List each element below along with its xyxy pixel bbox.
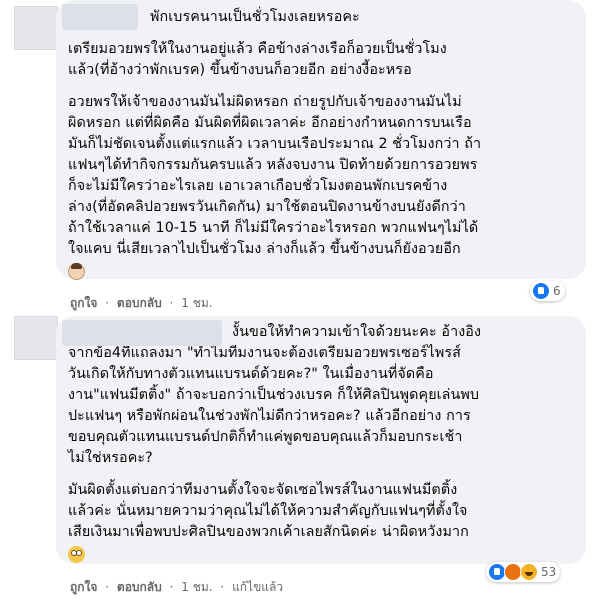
reaction-summary[interactable]: 53: [486, 562, 561, 582]
author-name-redacted[interactable]: [62, 4, 138, 30]
comment-line: ขอบคุณตัวแทนแบรนด์ปกติก็ทำแค่พูดขอบคุณแล…: [68, 429, 463, 445]
author-name-redacted[interactable]: [62, 320, 222, 346]
timestamp[interactable]: 1 ชม.: [181, 580, 212, 594]
comment-line: มันก็ไม่ชัดเจนตั้งแต่แรกแล้ว เวลาบนเรือป…: [68, 136, 482, 152]
comment-line: แฟนๆได้ทำกิจกรรมกันครบแล้ว หลังจบงาน ปิด…: [68, 157, 478, 173]
comment-line: แล้ว(ที่อ้างว่าพักเบรค) ขึ้นข้างบนก็อวยอ…: [68, 62, 412, 78]
comment-bubble: พักเบรคนานเป็นชั่วโมงเลยหรอคะ เตรียมอวยพ…: [56, 0, 586, 280]
face-with-rolling-eyes-emoji: [68, 546, 85, 563]
comment-heading: พักเบรคนานเป็นชั่วโมงเลยหรอคะ: [150, 9, 360, 25]
comment-line: งาน"แฟนมีตติ้ง" ถ้าจะบอกว่าเป็นช่วงเบรค …: [68, 387, 480, 403]
comment-actions: ถูกใจ · ตอบกลับ · 1 ชม. · แก้ไขแล้ว: [70, 580, 284, 594]
reaction-summary[interactable]: 6: [530, 281, 565, 301]
comment-line: เตรียมอวยพรให้ในงานอยู่แล้ว คือข้างล่างเ…: [68, 41, 447, 57]
haha-reaction-icon: [520, 563, 538, 581]
comment-bubble: งั้นขอให้ทำความเข้าใจด้วยนะคะ อ้างอิง จา…: [56, 316, 586, 564]
avatar[interactable]: [14, 316, 58, 360]
like-button[interactable]: ถูกใจ: [70, 580, 97, 594]
comment-line: ปะแฟนๆ หรือพักผ่อนในช่วงพักไม่ดีกว่าหรอค…: [68, 408, 471, 424]
comment-line: งั้นขอให้ทำความเข้าใจด้วยนะคะ อ้างอิง: [232, 324, 482, 340]
comment-line: ถ้าใช้เวลาแค่ 10-15 นาที ก็ไม่มีใครว่าอะ…: [68, 220, 479, 236]
timestamp[interactable]: 1 ชม.: [181, 296, 212, 310]
comment-actions: ถูกใจ · ตอบกลับ · 1 ชม.: [70, 296, 213, 310]
like-reaction-icon: [532, 282, 550, 300]
comment-line: จากข้อ4ที่แถลงมา "ทำไมทีมงานจะต้องเตรียม…: [68, 345, 461, 361]
comment-line: ใจแคบ นี่เสียเวลาไปเป็นชั่วโมง ล่างก็แล้…: [68, 241, 461, 257]
reply-button[interactable]: ตอบกลับ: [117, 580, 162, 594]
person-shrug-emoji: [68, 263, 85, 280]
comment-line: แล้วค่ะ นั่นหมายความว่าคุณไม่ได้ให้ความส…: [68, 503, 468, 519]
like-button[interactable]: ถูกใจ: [70, 296, 97, 310]
comment-line: เสียเงินมาเพื่อพบปะศิลปินของพวกเค้าเลยสั…: [68, 524, 469, 540]
comment-line: ก็จะไม่มีใครว่าอะไรเลย เอาเวลาเกือบชั่วโ…: [68, 178, 448, 194]
comment-line: วันเกิดให้กับทางตัวแทนแบรนด์ด้วยคะ?" ในเ…: [68, 366, 434, 382]
avatar[interactable]: [14, 6, 58, 50]
comment-line: มันผิดตั้งแต่บอกว่าทีมงานตั้งใจจะจัดเซอไ…: [68, 482, 458, 498]
reaction-count: 53: [541, 565, 557, 579]
edited-label[interactable]: แก้ไขแล้ว: [232, 580, 283, 594]
reply-button[interactable]: ตอบกลับ: [117, 296, 162, 310]
comment-line: ไม่ใช่หรอคะ?: [68, 450, 153, 466]
comment-line: ผิดหรอก แต่ที่ผิดคือ มันผิดที่ผิดเวลาค่ะ…: [68, 115, 472, 131]
comment-line: อวยพรให้เจ้าของงานมันไม่ผิดหรอก ถ่ายรูปก…: [68, 94, 462, 110]
comment-line: ล่าง(ที่อัดคลิปอวยพรวันเกิดกัน) มาใช้ตอน…: [68, 199, 466, 215]
reaction-count: 6: [553, 284, 561, 298]
